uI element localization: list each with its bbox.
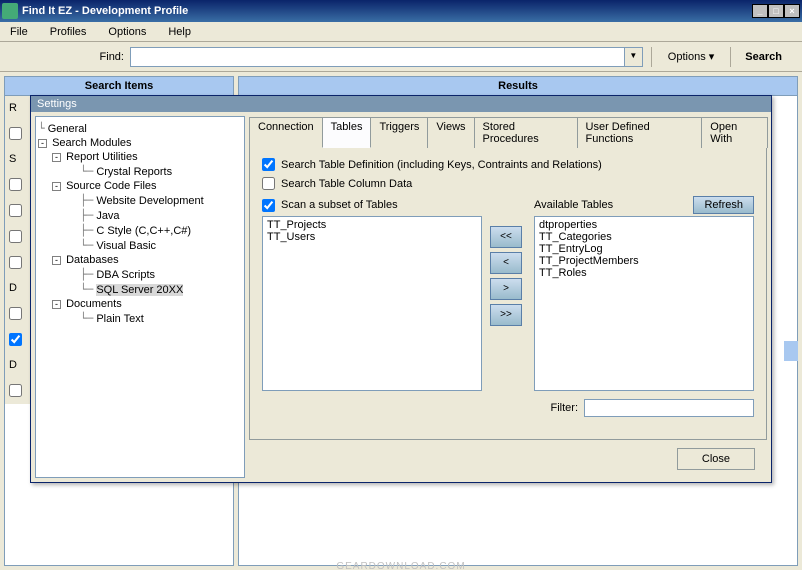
settings-tree[interactable]: └ General - Search Modules - Report Util… — [35, 116, 245, 478]
tree-report-utilities[interactable]: - Report Utilities — [38, 150, 242, 164]
find-toolbar: Find: ▼ Options ▾ Search — [0, 42, 802, 72]
available-tables-label: Available Tables — [534, 199, 613, 211]
tab-udf[interactable]: User Defined Functions — [577, 117, 703, 148]
results-header: Results — [239, 77, 797, 96]
tree-visual-basic[interactable]: └─ Visual Basic — [38, 238, 242, 253]
available-tables-list[interactable]: dtproperties TT_Categories TT_EntryLog T… — [534, 216, 754, 391]
tree-documents[interactable]: - Documents — [38, 297, 242, 311]
tree-search-modules[interactable]: - Search Modules — [38, 136, 242, 150]
side-checkbox[interactable] — [9, 307, 22, 320]
menubar: File Profiles Options Help — [0, 22, 802, 42]
maximize-button[interactable]: □ — [768, 4, 784, 18]
list-item[interactable]: TT_EntryLog — [537, 243, 751, 255]
list-item[interactable]: TT_Users — [265, 231, 479, 243]
tab-stored-procedures[interactable]: Stored Procedures — [474, 117, 578, 148]
move-all-right-button[interactable]: >> — [490, 304, 522, 326]
watermark: GEARDOWNLOAD.COM — [0, 561, 802, 572]
label-scan-subset: Scan a subset of Tables — [281, 199, 398, 211]
check-search-col-data[interactable] — [262, 177, 275, 190]
toolbar-separator — [730, 47, 731, 67]
tab-views[interactable]: Views — [427, 117, 474, 148]
search-items-header: Search Items — [5, 77, 233, 96]
tree-sql-server[interactable]: └─ SQL Server 20XX — [38, 282, 242, 297]
tree-source-code-files[interactable]: - Source Code Files — [38, 179, 242, 193]
list-item[interactable]: TT_Categories — [537, 231, 751, 243]
check-scan-subset[interactable] — [262, 199, 275, 212]
tree-java[interactable]: ├─ Java — [38, 208, 242, 223]
settings-title: Settings — [31, 96, 771, 112]
list-item[interactable]: TT_Projects — [265, 219, 479, 231]
tree-cstyle[interactable]: ├─ C Style (C,C++,C#) — [38, 223, 242, 238]
tree-databases[interactable]: - Databases — [38, 253, 242, 267]
options-dropdown[interactable]: Options ▾ — [660, 48, 723, 65]
move-left-button[interactable]: < — [490, 252, 522, 274]
menu-file[interactable]: File — [6, 24, 32, 40]
filter-input[interactable] — [584, 399, 754, 417]
move-right-button[interactable]: > — [490, 278, 522, 300]
results-scroll-marker — [784, 341, 798, 361]
side-checkbox[interactable] — [9, 256, 22, 269]
tree-plain-text[interactable]: └─ Plain Text — [38, 311, 242, 326]
settings-tabs: Connection Tables Triggers Views Stored … — [249, 116, 767, 148]
window-title: Find It EZ - Development Profile — [22, 5, 752, 17]
tab-open-with[interactable]: Open With — [701, 117, 768, 148]
list-item[interactable]: dtproperties — [537, 219, 751, 231]
menu-profiles[interactable]: Profiles — [46, 24, 91, 40]
tab-connection[interactable]: Connection — [249, 117, 323, 148]
settings-dialog: Settings └ General - Search Modules - Re… — [30, 95, 772, 483]
check-search-table-def[interactable] — [262, 158, 275, 171]
close-window-button[interactable]: × — [784, 4, 800, 18]
tree-dba-scripts[interactable]: ├─ DBA Scripts — [38, 267, 242, 282]
move-all-left-button[interactable]: << — [490, 226, 522, 248]
refresh-button[interactable]: Refresh — [693, 196, 754, 214]
close-button[interactable]: Close — [677, 448, 755, 470]
search-button[interactable]: Search — [735, 49, 792, 65]
find-input[interactable] — [130, 47, 625, 67]
side-checkbox[interactable] — [9, 178, 22, 191]
minimize-button[interactable]: _ — [752, 4, 768, 18]
settings-content: Connection Tables Triggers Views Stored … — [249, 116, 767, 478]
tree-website-dev[interactable]: ├─ Website Development — [38, 193, 242, 208]
find-label: Find: — [10, 51, 130, 63]
side-checkbox[interactable] — [9, 127, 22, 140]
side-checkbox[interactable] — [9, 333, 22, 346]
selected-tables-list[interactable]: TT_Projects TT_Users — [262, 216, 482, 391]
side-checkbox[interactable] — [9, 230, 22, 243]
menu-help[interactable]: Help — [164, 24, 195, 40]
label-search-table-def: Search Table Definition (including Keys,… — [281, 159, 602, 171]
list-item[interactable]: TT_ProjectMembers — [537, 255, 751, 267]
tables-tab-content: Search Table Definition (including Keys,… — [249, 148, 767, 440]
tree-crystal-reports[interactable]: └─ Crystal Reports — [38, 164, 242, 179]
label-search-col-data: Search Table Column Data — [281, 178, 412, 190]
filter-label: Filter: — [551, 402, 579, 414]
menu-options[interactable]: Options — [104, 24, 150, 40]
side-checkbox[interactable] — [9, 204, 22, 217]
titlebar: Find It EZ - Development Profile _ □ × — [0, 0, 802, 22]
side-checkbox[interactable] — [9, 384, 22, 397]
tab-triggers[interactable]: Triggers — [370, 117, 428, 148]
tab-tables[interactable]: Tables — [322, 117, 372, 148]
tree-general[interactable]: └ General — [38, 121, 242, 136]
app-icon — [2, 3, 18, 19]
list-item[interactable]: TT_Roles — [537, 267, 751, 279]
toolbar-separator — [651, 47, 652, 67]
find-dropdown-button[interactable]: ▼ — [625, 47, 643, 67]
